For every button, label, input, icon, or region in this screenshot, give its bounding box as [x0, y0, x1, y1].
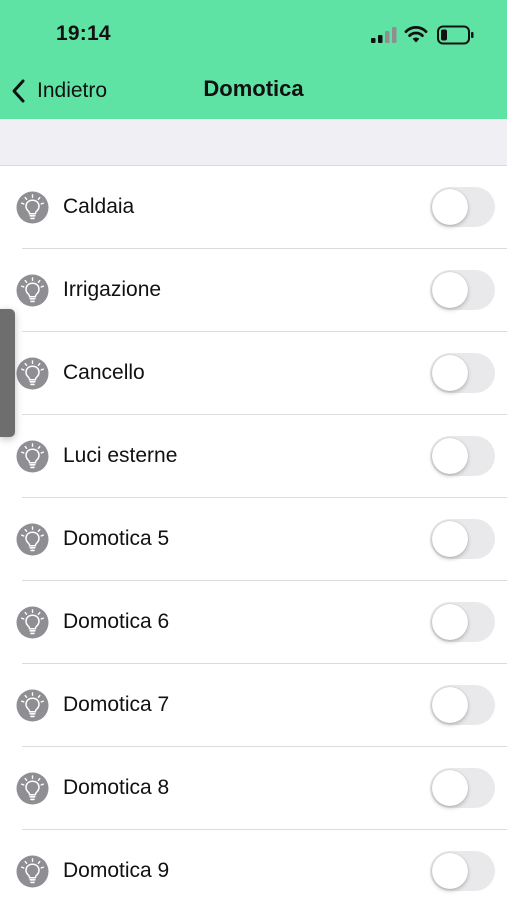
list-item-8: Domotica 8: [0, 747, 507, 830]
cellular-signal-icon: [371, 27, 397, 43]
toggle-2[interactable]: [430, 270, 495, 310]
list-item-1: Caldaia: [0, 166, 507, 249]
item-label: Domotica 7: [63, 693, 170, 716]
item-label: Domotica 5: [63, 527, 170, 550]
item-label: Cancello: [63, 361, 145, 384]
item-label: Luci esterne: [63, 444, 178, 467]
toggle-1[interactable]: [430, 187, 495, 227]
list-item-6: Domotica 6: [0, 581, 507, 664]
toggle-7[interactable]: [430, 685, 495, 725]
lightbulb-icon: [16, 772, 49, 805]
device-list: Caldaia Irrigazione Cancello Luci estern…: [0, 166, 507, 913]
list-item-4: Luci esterne: [0, 415, 507, 498]
toggle-knob: [432, 687, 468, 723]
list-item-2: Irrigazione: [0, 249, 507, 332]
item-label: Irrigazione: [63, 278, 162, 301]
lightbulb-icon: [16, 606, 49, 639]
back-label: Indietro: [37, 79, 108, 102]
toggle-knob: [432, 272, 468, 308]
item-label: Domotica 8: [63, 776, 170, 799]
toggle-knob: [432, 521, 468, 557]
section-spacer: [0, 119, 507, 166]
toggle-knob: [432, 604, 468, 640]
list-item-5: Domotica 5: [0, 498, 507, 581]
lightbulb-icon: [16, 689, 49, 722]
wifi-icon: [404, 26, 428, 43]
list-item-3: Cancello: [0, 332, 507, 415]
chevron-left-icon: [12, 79, 25, 103]
toggle-5[interactable]: [430, 519, 495, 559]
toggle-4[interactable]: [430, 436, 495, 476]
toggle-knob: [432, 189, 468, 225]
toggle-knob: [432, 853, 468, 889]
side-drawer-handle[interactable]: [0, 309, 15, 437]
toggle-3[interactable]: [430, 353, 495, 393]
lightbulb-icon: [16, 440, 49, 473]
status-time: 19:14: [56, 22, 111, 45]
lightbulb-icon: [16, 523, 49, 556]
lightbulb-icon: [16, 274, 49, 307]
item-label: Caldaia: [63, 195, 135, 218]
list-item-7: Domotica 7: [0, 664, 507, 747]
toggle-9[interactable]: [430, 851, 495, 891]
back-button[interactable]: Indietro: [10, 76, 107, 106]
toggle-6[interactable]: [430, 602, 495, 642]
toggle-knob: [432, 355, 468, 391]
toggle-8[interactable]: [430, 768, 495, 808]
battery-icon: [437, 25, 474, 45]
item-label: Domotica 6: [63, 610, 170, 633]
item-label: Domotica 9: [63, 859, 170, 882]
toggle-knob: [432, 438, 468, 474]
navigation-header: 19:14 Indietro Domotica: [0, 0, 507, 119]
lightbulb-icon: [16, 855, 49, 888]
lightbulb-icon: [16, 191, 49, 224]
toggle-knob: [432, 770, 468, 806]
list-item-9: Domotica 9: [0, 830, 507, 913]
lightbulb-icon: [16, 357, 49, 390]
